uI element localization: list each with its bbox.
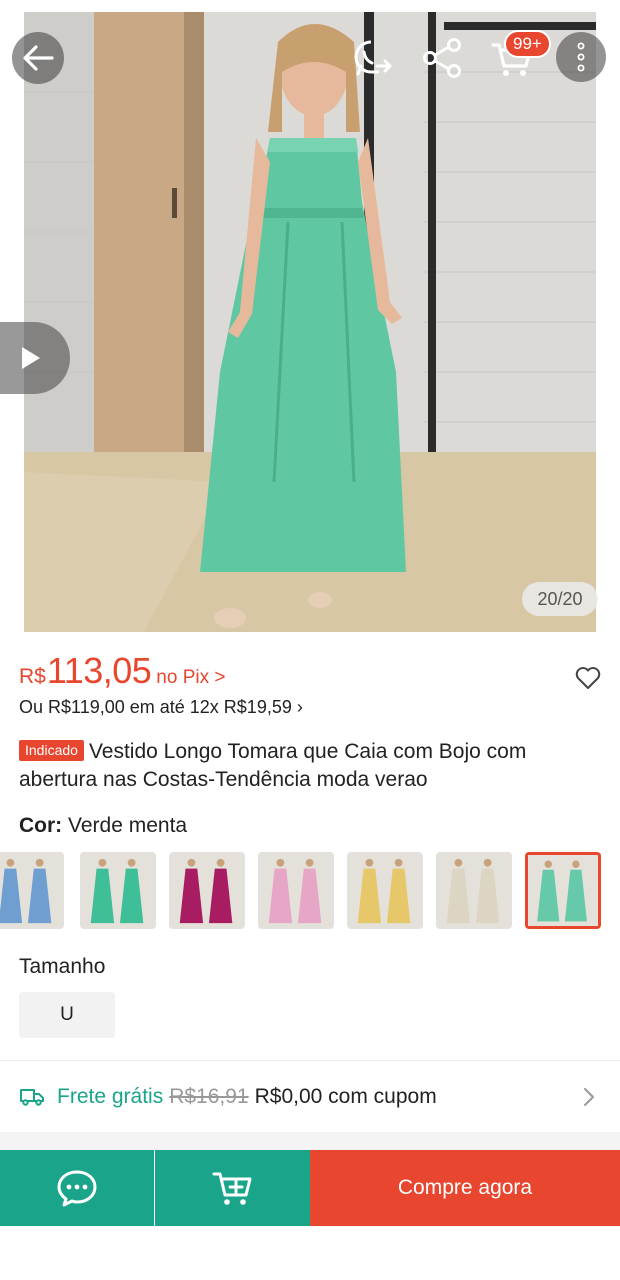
size-option-u[interactable]: U bbox=[19, 992, 115, 1038]
swatch-thumbnail bbox=[0, 853, 63, 928]
product-gallery[interactable]: 99+ 20/20 bbox=[0, 0, 620, 640]
installments-link[interactable]: Ou R$119,00 em até 12x R$19,59 › bbox=[19, 697, 303, 718]
product-title: Indicado Vestido Longo Tomara que Caia co… bbox=[19, 738, 604, 794]
swatch-thumbnail bbox=[259, 853, 333, 928]
shipping-row[interactable]: Frete grátis R$16,91 R$0,00 com cupom bbox=[19, 1078, 604, 1116]
pix-price-link[interactable]: no Pix > bbox=[156, 667, 225, 689]
bottom-action-bar: Compre agora bbox=[0, 1150, 620, 1226]
back-button[interactable] bbox=[12, 32, 64, 84]
selected-color-name: Verde menta bbox=[68, 814, 188, 837]
chat-icon bbox=[57, 1170, 97, 1207]
price-currency: R$ bbox=[19, 665, 46, 688]
divider bbox=[0, 1060, 620, 1061]
color-selection: Cor: Verde menta bbox=[19, 814, 187, 838]
color-swatch-2[interactable] bbox=[80, 852, 156, 929]
product-photo[interactable] bbox=[24, 12, 596, 632]
swatch-thumbnail bbox=[348, 853, 422, 928]
image-counter: 20/20 bbox=[522, 582, 598, 616]
swatch-thumbnail bbox=[437, 853, 511, 928]
chevron-right-icon[interactable] bbox=[582, 1086, 596, 1108]
add-to-cart-icon bbox=[212, 1172, 251, 1205]
size-label: Tamanho bbox=[19, 955, 106, 978]
swatch-thumbnail bbox=[81, 853, 155, 928]
more-options-button[interactable] bbox=[556, 32, 606, 82]
play-icon bbox=[22, 347, 40, 369]
price-row: R$ 113,05 no Pix > bbox=[19, 650, 599, 694]
more-vertical-icon bbox=[577, 42, 585, 72]
add-to-cart-button[interactable] bbox=[155, 1150, 310, 1226]
recommended-tag: Indicado bbox=[19, 740, 84, 761]
free-shipping-label: Frete grátis bbox=[57, 1085, 164, 1108]
color-swatch-4[interactable] bbox=[258, 852, 334, 929]
video-play-button[interactable] bbox=[0, 322, 70, 394]
color-swatch-3[interactable] bbox=[169, 852, 245, 929]
color-swatch-list bbox=[0, 852, 620, 930]
product-photo-image bbox=[24, 12, 596, 632]
section-separator bbox=[0, 1132, 620, 1150]
whatsapp-share-button[interactable] bbox=[344, 30, 400, 86]
buy-now-button[interactable]: Compre agora bbox=[310, 1150, 620, 1226]
original-shipping-price: R$16,91 bbox=[169, 1085, 249, 1108]
delivery-truck-icon bbox=[20, 1089, 44, 1106]
cart-count-badge: 99+ bbox=[504, 30, 551, 58]
color-swatch-1[interactable] bbox=[0, 852, 64, 929]
share-button[interactable] bbox=[414, 30, 470, 86]
heart-icon[interactable] bbox=[574, 664, 602, 692]
color-swatch-6[interactable] bbox=[436, 852, 512, 929]
coupon-shipping-price: R$0,00 com cupom bbox=[254, 1085, 437, 1108]
color-swatch-7[interactable] bbox=[525, 852, 601, 929]
swatch-thumbnail bbox=[170, 853, 244, 928]
price-value: 113,05 bbox=[46, 650, 152, 691]
product-title-text: Vestido Longo Tomara que Caia com Bojo c… bbox=[19, 740, 527, 791]
whatsapp-share-icon bbox=[354, 40, 392, 76]
share-icon bbox=[423, 38, 461, 78]
swatch-thumbnail bbox=[528, 855, 598, 926]
chat-button[interactable] bbox=[0, 1150, 154, 1226]
color-label: Cor: bbox=[19, 814, 63, 837]
arrow-left-icon bbox=[23, 45, 54, 71]
color-swatch-5[interactable] bbox=[347, 852, 423, 929]
